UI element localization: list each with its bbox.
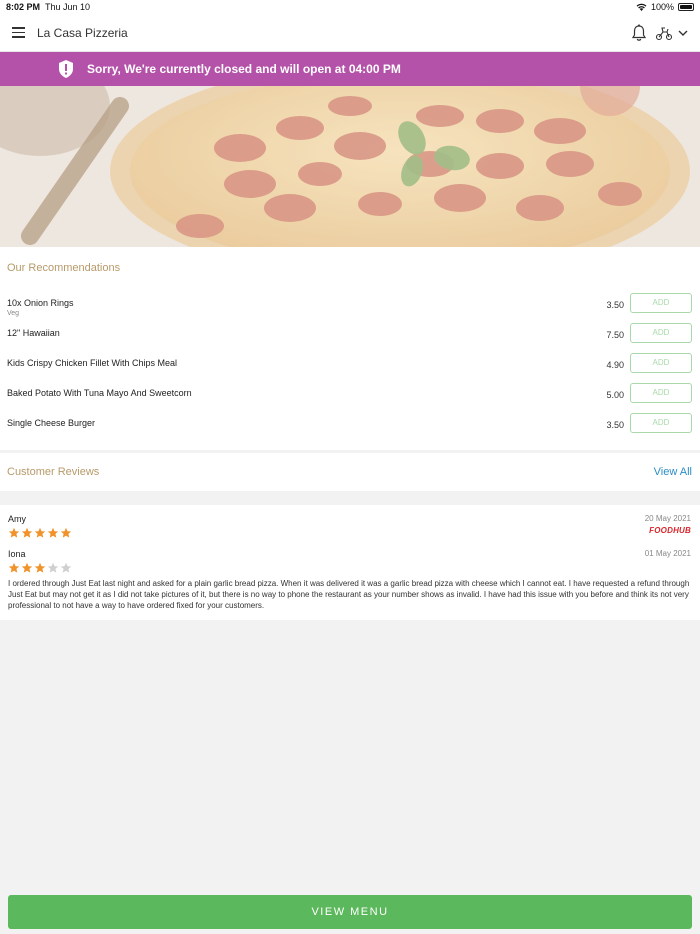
status-time: 8:02 PM: [6, 2, 41, 12]
star-filled-icon: [21, 527, 33, 538]
recommendation-item: Kids Crispy Chicken Fillet With Chips Me…: [0, 353, 700, 388]
star-filled-icon: [60, 527, 72, 538]
add-button[interactable]: ADD: [630, 413, 692, 433]
item-name: Single Cheese Burger: [7, 418, 96, 428]
star-filled-icon: [8, 527, 20, 538]
reviews-header: Customer Reviews View All: [0, 453, 700, 491]
menu-icon[interactable]: [12, 27, 25, 38]
recommendations-title: Our Recommendations: [7, 262, 121, 274]
view-menu-button[interactable]: VIEW MENU: [8, 895, 692, 929]
status-date: Thu Jun 10: [45, 2, 91, 12]
review-date: 20 May 2021: [644, 514, 691, 523]
bell-icon[interactable]: [631, 24, 647, 42]
star-filled-icon: [21, 562, 33, 573]
recommendation-item: 10x Onion Rings Veg 3.50 ADD: [0, 293, 700, 328]
status-right: 100%: [636, 2, 694, 12]
closed-banner: Sorry, We're currently closed and will o…: [0, 52, 700, 86]
item-name: 10x Onion Rings: [7, 298, 74, 308]
add-button[interactable]: ADD: [630, 293, 692, 313]
add-button[interactable]: ADD: [630, 323, 692, 343]
pizza-illustration: [0, 86, 700, 247]
chevron-down-icon[interactable]: [677, 27, 689, 39]
review-date: 01 May 2021: [644, 549, 691, 558]
item-price: 3.50: [606, 420, 624, 430]
recommendations-section: Our Recommendations 10x Onion Rings Veg …: [0, 247, 700, 450]
hero-pizza-image: [0, 86, 700, 247]
app-header: La Casa Pizzeria: [0, 14, 700, 52]
item-price: 7.50: [606, 330, 624, 340]
item-price: 3.50: [606, 300, 624, 310]
reviews-list: Amy 20 May 2021 FOODHUB Iona 01 May 2021…: [0, 505, 700, 620]
reviewer-name: Iona: [8, 549, 26, 559]
star-filled-icon: [34, 527, 46, 538]
recommendation-item: Single Cheese Burger 3.50 ADD: [0, 413, 700, 448]
battery-percent: 100%: [650, 2, 674, 12]
restaurant-title: La Casa Pizzeria: [37, 26, 128, 40]
item-name: 12" Hawaiian: [7, 328, 60, 338]
reviewer-name: Amy: [8, 514, 26, 524]
recommendation-item: Baked Potato With Tuna Mayo And Sweetcor…: [0, 383, 700, 418]
item-price: 5.00: [606, 390, 624, 400]
reviews-title: Customer Reviews: [7, 466, 100, 478]
closed-message: Sorry, We're currently closed and will o…: [87, 62, 401, 76]
item-tag: Veg: [7, 310, 20, 317]
review-text: I ordered through Just Eat last night an…: [8, 579, 690, 610]
star-empty-icon: [60, 562, 72, 573]
star-rating: [8, 562, 72, 574]
item-price: 4.90: [606, 360, 624, 370]
recommendation-item: 12" Hawaiian 7.50 ADD: [0, 323, 700, 358]
shield-alert-icon: [59, 60, 73, 78]
star-empty-icon: [47, 562, 59, 573]
item-name: Baked Potato With Tuna Mayo And Sweetcor…: [7, 388, 192, 398]
status-bar: 8:02 PM Thu Jun 10 100%: [0, 0, 700, 14]
star-rating: [8, 527, 72, 539]
add-button[interactable]: ADD: [630, 353, 692, 373]
item-name: Kids Crispy Chicken Fillet With Chips Me…: [7, 358, 178, 368]
foodhub-logo: FOODHUB: [649, 526, 691, 535]
view-all-link[interactable]: View All: [654, 466, 692, 478]
star-filled-icon: [47, 527, 59, 538]
wifi-icon: [636, 3, 647, 11]
add-button[interactable]: ADD: [630, 383, 692, 403]
star-filled-icon: [34, 562, 46, 573]
star-filled-icon: [8, 562, 20, 573]
battery-icon: [678, 3, 694, 11]
scooter-icon[interactable]: [655, 25, 673, 41]
